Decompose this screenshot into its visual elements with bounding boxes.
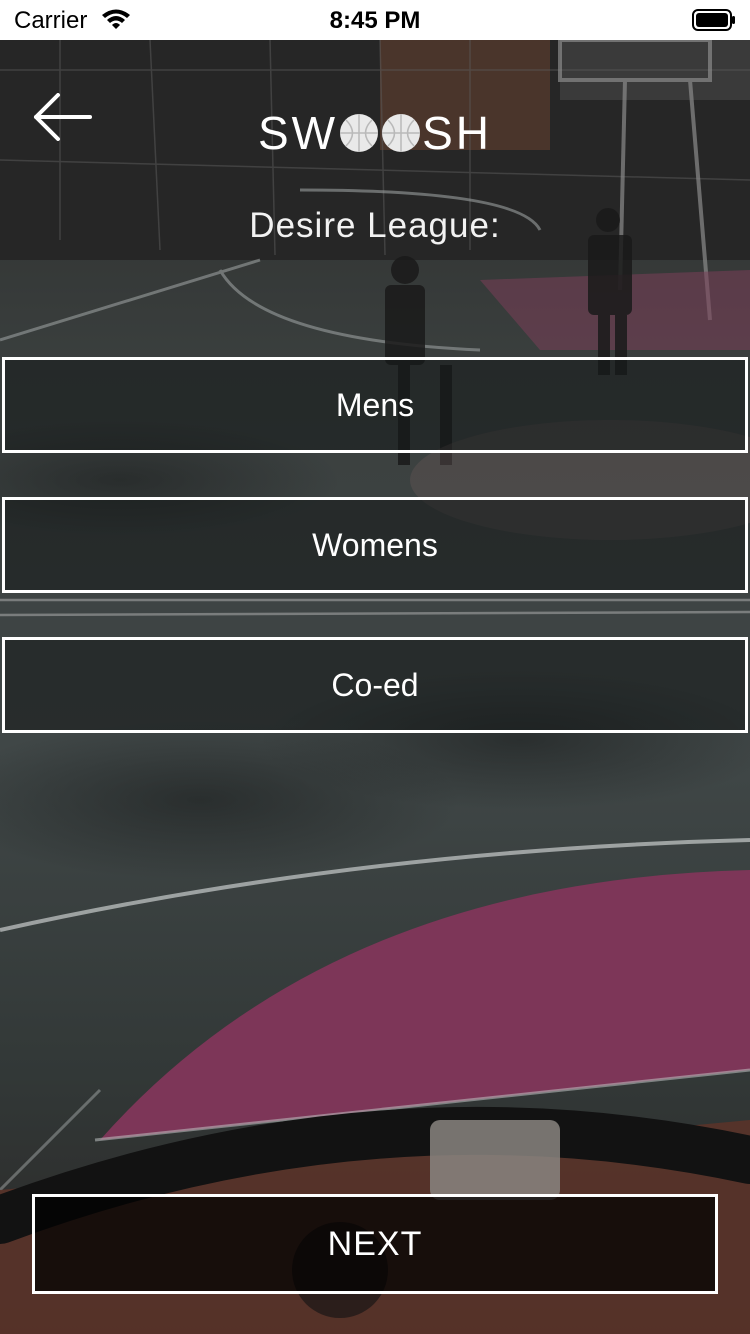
option-label: Mens [335,386,415,423]
league-option-mens[interactable]: Mens [2,357,748,453]
next-button[interactable]: NEXT [32,1194,718,1294]
basketball-icon [382,114,421,152]
battery-icon [692,9,735,31]
page-title: Desire League: [249,206,501,245]
clock-time: 8:45 PM [329,7,421,34]
app-logo: SW SH [0,105,750,161]
league-selection-screen: Carrier 8:45 PM SW SH Desire League: Men… [0,0,750,1334]
league-option-coed[interactable]: Co-ed [2,637,748,733]
league-option-womens[interactable]: Womens [2,497,748,593]
option-label: Co-ed [331,666,419,703]
logo-text-right: SH [422,107,492,159]
basketball-icon [340,114,379,152]
logo-text-left: SW [257,107,339,159]
next-button-label: NEXT [327,1224,423,1263]
status-bar: Carrier 8:45 PM [0,0,750,40]
option-label: Womens [312,526,438,563]
